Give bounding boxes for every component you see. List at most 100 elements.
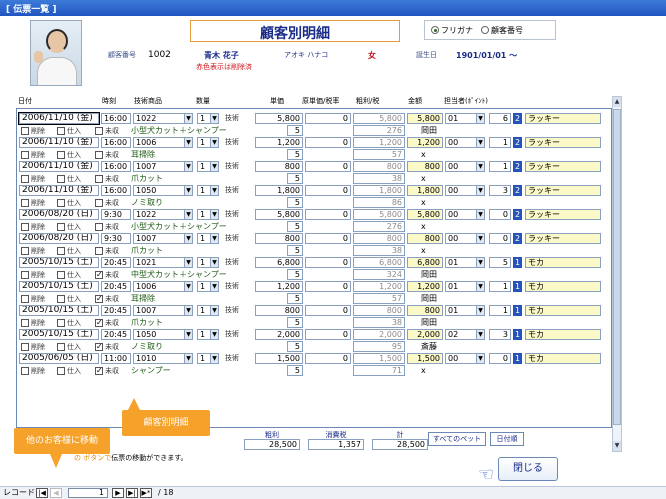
stock-checkbox[interactable] [57,367,65,375]
chevron-down-icon[interactable]: ▼ [210,306,218,315]
stock-checkbox[interactable] [57,175,65,183]
chevron-down-icon[interactable]: ▼ [210,354,218,363]
unpaid-checkbox[interactable] [95,342,103,351]
chevron-down-icon[interactable]: ▼ [210,138,218,147]
chevron-down-icon[interactable]: ▼ [184,162,192,171]
chevron-down-icon[interactable]: ▼ [184,330,192,339]
point-code-select[interactable]: 00 ▼ [445,209,485,220]
scroll-down-icon[interactable]: ▼ [613,441,621,451]
date-field[interactable]: 2006/11/10 (金) [19,161,99,172]
point-code-select[interactable]: 01 ▼ [445,257,485,268]
scroll-up-icon[interactable]: ▲ [613,97,621,107]
date-field[interactable]: 2006/08/20 (日) [19,209,99,220]
unpaid-checkbox[interactable] [95,127,103,135]
stock-checkbox[interactable] [57,271,65,279]
staff-name-field[interactable]: モカ [525,257,601,268]
time-field[interactable]: 9:30 [101,209,131,220]
point-code-select[interactable]: 00 ▼ [445,137,485,148]
chevron-down-icon[interactable]: ▼ [476,282,484,291]
delete-checkbox[interactable] [21,343,29,351]
chevron-down-icon[interactable]: ▼ [184,306,192,315]
service-code-select[interactable]: 1050 ▼ [133,185,193,196]
chevron-down-icon[interactable]: ▼ [184,354,192,363]
chevron-down-icon[interactable]: ▼ [184,234,192,243]
staff-name-field[interactable]: モカ [525,353,601,364]
tax-rate-field[interactable]: 5 [287,197,303,208]
chevron-down-icon[interactable]: ▼ [476,258,484,267]
time-field[interactable]: 9:30 [101,233,131,244]
service-code-select[interactable]: 1006 ▼ [133,137,193,148]
unpaid-checkbox[interactable] [95,366,103,375]
service-code-select[interactable]: 1022 ▼ [133,113,193,124]
radio-selected-icon[interactable] [431,26,439,34]
all-pets-button[interactable]: すべてのペット [428,432,486,446]
amount-field[interactable]: 1,500 [407,353,443,364]
qty-select[interactable]: 1 ▼ [197,233,219,244]
sort-furigana-option[interactable]: フリガナ [431,25,473,36]
unpaid-checkbox[interactable] [95,151,103,159]
amount-field[interactable]: 5,800 [407,113,443,124]
point-code-select[interactable]: 00 ▼ [445,233,485,244]
qty-select[interactable]: 1 ▼ [197,209,219,220]
cost-field[interactable]: 0 [305,233,351,244]
service-code-select[interactable]: 1007 ▼ [133,161,193,172]
point-code-select[interactable]: 01 ▼ [445,113,485,124]
qty-select[interactable]: 1 ▼ [197,281,219,292]
delete-checkbox[interactable] [21,247,29,255]
unpaid-checkbox[interactable] [95,247,103,255]
point-code-select[interactable]: 01 ▼ [445,305,485,316]
vertical-scrollbar[interactable]: ▲ ▼ [612,96,622,452]
service-code-select[interactable]: 1021 ▼ [133,257,193,268]
tax-rate-field[interactable]: 5 [287,245,303,256]
date-field[interactable]: 2005/10/15 (土) [19,329,99,340]
chevron-down-icon[interactable]: ▼ [476,354,484,363]
chevron-down-icon[interactable]: ▼ [476,330,484,339]
amount-field[interactable]: 1,200 [407,137,443,148]
chevron-down-icon[interactable]: ▼ [184,114,192,123]
new-record-icon[interactable]: ▶* [140,488,152,498]
time-field[interactable]: 20:45 [101,281,131,292]
staff-name-field[interactable]: ラッキー [525,209,601,220]
qty-select[interactable]: 1 ▼ [197,137,219,148]
unpaid-checkbox[interactable] [95,199,103,207]
unpaid-checkbox[interactable] [95,223,103,231]
unpaid-checkbox[interactable] [95,294,103,303]
tax-rate-field[interactable]: 5 [287,149,303,160]
unit-price-field[interactable]: 2,000 [255,329,303,340]
unpaid-checkbox[interactable] [95,318,103,327]
qty-select[interactable]: 1 ▼ [197,161,219,172]
point-code-select[interactable]: 01 ▼ [445,281,485,292]
date-field[interactable]: 2006/11/10 (金) [19,185,99,196]
cost-field[interactable]: 0 [305,113,351,124]
delete-checkbox[interactable] [21,271,29,279]
stock-checkbox[interactable] [57,151,65,159]
qty-select[interactable]: 1 ▼ [197,113,219,124]
delete-checkbox[interactable] [21,127,29,135]
chevron-down-icon[interactable]: ▼ [210,282,218,291]
chevron-down-icon[interactable]: ▼ [476,210,484,219]
time-field[interactable]: 11:00 [101,353,131,364]
unpaid-checkbox[interactable] [95,175,103,183]
chevron-down-icon[interactable]: ▼ [476,186,484,195]
date-field[interactable]: 2005/10/15 (土) [19,281,99,292]
service-code-select[interactable]: 1010 ▼ [133,353,193,364]
point-field[interactable]: 3 [489,329,511,340]
stock-checkbox[interactable] [57,127,65,135]
chevron-down-icon[interactable]: ▼ [184,210,192,219]
chevron-down-icon[interactable]: ▼ [210,186,218,195]
service-code-select[interactable]: 1007 ▼ [133,233,193,244]
next-record-icon[interactable]: ▶ [112,488,124,498]
unit-price-field[interactable]: 1,200 [255,137,303,148]
tax-rate-field[interactable]: 5 [287,269,303,280]
time-field[interactable]: 20:45 [101,305,131,316]
delete-checkbox[interactable] [21,367,29,375]
chevron-down-icon[interactable]: ▼ [476,234,484,243]
last-record-icon[interactable]: ▶| [126,488,138,498]
service-code-select[interactable]: 1006 ▼ [133,281,193,292]
radio-empty-icon[interactable] [481,26,489,34]
service-code-select[interactable]: 1022 ▼ [133,209,193,220]
staff-name-field[interactable]: ラッキー [525,233,601,244]
chevron-down-icon[interactable]: ▼ [184,186,192,195]
chevron-down-icon[interactable]: ▼ [210,330,218,339]
cost-field[interactable]: 0 [305,281,351,292]
